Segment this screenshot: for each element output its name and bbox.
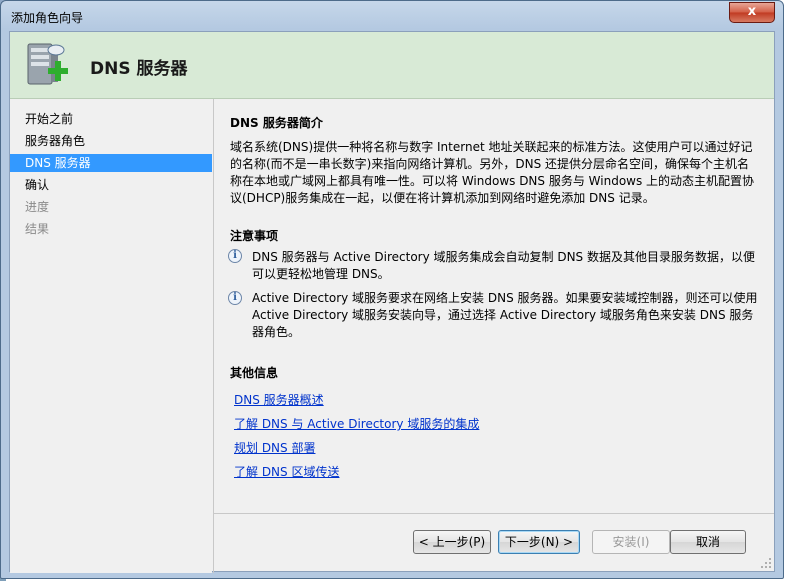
- more-info-heading: 其他信息: [230, 366, 279, 380]
- link-dns-overview[interactable]: DNS 服务器概述: [234, 391, 324, 408]
- step-before-you-begin[interactable]: 开始之前: [10, 110, 212, 128]
- notes-heading: 注意事项: [230, 229, 279, 243]
- wizard-client-area: DNS 服务器 开始之前 服务器角色 DNS 服务器 确认 进度 结果 DNS …: [9, 31, 775, 573]
- intro-heading: DNS 服务器简介: [230, 116, 323, 130]
- step-progress: 进度: [25, 200, 50, 214]
- info-icon: i: [228, 249, 242, 263]
- wizard-header: DNS 服务器: [10, 32, 774, 99]
- page-title: DNS 服务器: [90, 59, 188, 79]
- step-dns-server[interactable]: DNS 服务器: [10, 154, 212, 172]
- info-icon: i: [228, 291, 242, 305]
- intro-text: 域名系统(DNS)提供一种将名称与数字 Internet 地址关联起来的标准方法…: [230, 140, 755, 205]
- button-bar-divider: [214, 513, 774, 514]
- link-dns-zone-transfer[interactable]: 了解 DNS 区域传送: [234, 463, 339, 480]
- step-server-roles[interactable]: 服务器角色: [10, 132, 212, 150]
- wizard-step-list: 开始之前 服务器角色 DNS 服务器 确认 进度 结果: [10, 99, 212, 573]
- server-role-icon: [27, 43, 68, 85]
- back-button[interactable]: < 上一步(P): [413, 530, 491, 554]
- window-title: 添加角色向导: [11, 11, 84, 25]
- install-button: 安装(I): [592, 530, 670, 554]
- step-confirmation[interactable]: 确认: [10, 176, 212, 194]
- wizard-content: DNS 服务器简介 域名系统(DNS)提供一种将名称与数字 Internet 地…: [214, 99, 774, 514]
- link-dns-ad-integration[interactable]: 了解 DNS 与 Active Directory 域服务的集成: [234, 415, 479, 432]
- link-plan-dns-deployment[interactable]: 规划 DNS 部署: [234, 439, 315, 456]
- next-button[interactable]: 下一步(N) >: [498, 530, 580, 554]
- cancel-button[interactable]: 取消: [670, 530, 746, 554]
- close-button[interactable]: x: [729, 2, 775, 23]
- note-item: Active Directory 域服务要求在网络上安装 DNS 服务器。如果要…: [252, 291, 758, 339]
- title-bar[interactable]: 添加角色向导 x: [1, 1, 783, 31]
- note-item: DNS 服务器与 Active Directory 域服务集成会自动复制 DNS…: [252, 250, 755, 281]
- resize-grip-icon[interactable]: [760, 557, 772, 569]
- step-results: 结果: [25, 222, 50, 236]
- wizard-window: 添加角色向导 x DNS 服务器 开始之前 服务器角色 DNS 服务器 确认 进…: [0, 0, 784, 579]
